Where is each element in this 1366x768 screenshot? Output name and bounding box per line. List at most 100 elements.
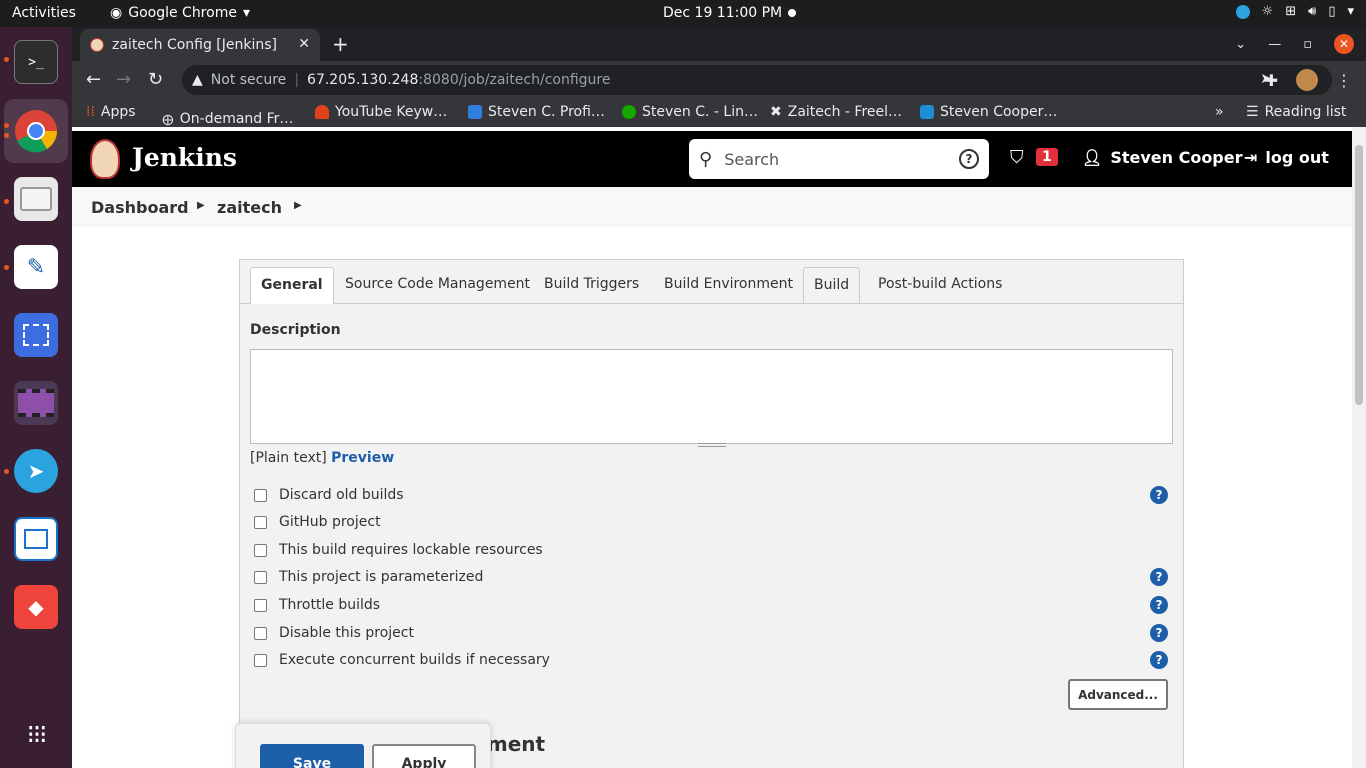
- alert-count-badge[interactable]: 1: [1036, 148, 1058, 166]
- bookmark-item[interactable]: YouTube Keyw…: [315, 104, 447, 120]
- more-bookmarks-button[interactable]: »: [1215, 104, 1224, 120]
- bookmark-item[interactable]: Steven C. - Lin…: [622, 104, 758, 120]
- profile-avatar[interactable]: [1296, 69, 1318, 91]
- toolbar-right: ✚ ⋮: [1265, 69, 1352, 91]
- chrome-window: zaitech Config [Jenkins] ✕ + ⌄ — ▫ ✕ ← →…: [72, 27, 1366, 768]
- warning-icon: ▲: [192, 72, 203, 88]
- option-disable-project[interactable]: Disable this project: [254, 623, 414, 643]
- breadcrumb-chevron-icon[interactable]: ▶: [197, 200, 205, 211]
- reading-list-button[interactable]: ☰ Reading list: [1246, 104, 1346, 120]
- preview-link[interactable]: Preview: [331, 450, 394, 466]
- save-button[interactable]: Save: [260, 744, 364, 768]
- forward-arrow-icon[interactable]: →: [116, 69, 131, 90]
- chevron-down-icon: ▾: [242, 5, 250, 21]
- bookmark-apps[interactable]: ⁞⁞ Apps: [86, 104, 136, 120]
- security-shield-icon[interactable]: ⛉: [1010, 147, 1024, 168]
- app-menu[interactable]: ◉ Google Chrome ▾: [110, 5, 250, 21]
- tab-post-build-actions[interactable]: Post-build Actions: [868, 267, 1012, 304]
- browser-tab-active[interactable]: zaitech Config [Jenkins] ✕: [80, 29, 320, 61]
- help-icon[interactable]: ?: [1150, 568, 1168, 586]
- config-tabs: General Source Code Management Build Tri…: [240, 260, 1183, 304]
- user-menu[interactable]: 👤︎ Steven Cooper: [1082, 148, 1243, 167]
- anydesk-icon[interactable]: ◆: [14, 585, 58, 629]
- checkbox[interactable]: [254, 570, 267, 584]
- screenshot-icon[interactable]: [14, 313, 58, 357]
- jenkins-logo-icon[interactable]: [90, 139, 120, 179]
- help-icon[interactable]: ?: [1150, 486, 1168, 504]
- option-discard-old-builds[interactable]: Discard old builds: [254, 485, 404, 505]
- description-textarea[interactable]: [250, 349, 1173, 444]
- address-bar[interactable]: ▲ Not secure | 67.205.130.248:8080/job/z…: [182, 65, 1332, 95]
- option-concurrent-builds[interactable]: Execute concurrent builds if necessary: [254, 650, 550, 670]
- tab-general[interactable]: General: [250, 267, 334, 304]
- maximize-button[interactable]: ▫: [1303, 37, 1312, 52]
- checkbox[interactable]: [254, 626, 267, 640]
- extensions-puzzle-icon[interactable]: ✚: [1265, 71, 1278, 90]
- activities-button[interactable]: Activities: [12, 5, 76, 21]
- logout-link[interactable]: ⇥ log out: [1244, 148, 1329, 167]
- chrome-mini-icon: ◉: [110, 5, 123, 21]
- tab-search-icon[interactable]: ⌄: [1235, 37, 1246, 52]
- plain-text-label: [Plain text]: [250, 450, 327, 466]
- running-indicator: [4, 469, 9, 474]
- config-panel: General Source Code Management Build Tri…: [239, 259, 1184, 768]
- checkbox[interactable]: [254, 598, 267, 612]
- clock[interactable]: Dec 19 11:00 PM: [663, 5, 782, 21]
- jenkins-favicon-icon: [90, 38, 104, 52]
- search-help-icon[interactable]: ?: [959, 149, 979, 169]
- option-throttle-builds[interactable]: Throttle builds: [254, 595, 380, 615]
- reload-icon[interactable]: ↻: [148, 69, 163, 90]
- kebab-menu-icon[interactable]: ⋮: [1336, 71, 1352, 90]
- back-arrow-icon[interactable]: ←: [86, 69, 101, 90]
- running-indicator: [4, 57, 9, 62]
- checkbox[interactable]: [254, 653, 267, 667]
- close-window-button[interactable]: ✕: [1334, 34, 1354, 54]
- checkbox[interactable]: [254, 488, 267, 502]
- bookmark-item[interactable]: Steven Cooper…: [920, 104, 1057, 120]
- tab-build[interactable]: Build: [803, 267, 861, 304]
- new-tab-button[interactable]: +: [332, 32, 349, 56]
- user-icon: 👤︎: [1082, 148, 1103, 167]
- help-icon[interactable]: ?: [1150, 651, 1168, 669]
- option-github-project[interactable]: GitHub project: [254, 512, 381, 532]
- tab-source-code-management[interactable]: Source Code Management: [335, 267, 540, 304]
- not-secure-label: Not secure: [210, 72, 287, 88]
- breadcrumb-zaitech[interactable]: zaitech: [217, 198, 282, 217]
- option-lockable-resources[interactable]: This build requires lockable resources: [254, 540, 543, 560]
- writer-icon[interactable]: [14, 517, 58, 561]
- scrollbar-thumb[interactable]: [1355, 145, 1363, 405]
- video-icon[interactable]: [14, 381, 58, 425]
- telegram-icon[interactable]: ➤: [14, 449, 58, 493]
- option-parameterized[interactable]: This project is parameterized: [254, 567, 483, 587]
- chrome-icon[interactable]: [14, 109, 58, 153]
- bookmark-label: Steven C. Profi…: [488, 104, 605, 120]
- files-icon[interactable]: [14, 177, 58, 221]
- close-tab-icon[interactable]: ✕: [298, 36, 310, 52]
- checkbox[interactable]: [254, 515, 267, 529]
- reading-list-icon: ☰: [1246, 104, 1259, 120]
- page-scrollbar[interactable]: [1352, 127, 1366, 768]
- resize-grip[interactable]: [698, 443, 726, 447]
- bookmark-item[interactable]: Steven C. Profi…: [468, 104, 605, 120]
- breadcrumb-dashboard[interactable]: Dashboard: [91, 198, 189, 217]
- bookmark-item[interactable]: ✖ Zaitech - Freel…: [770, 104, 902, 120]
- breadcrumb-chevron-icon[interactable]: ▶: [294, 200, 302, 211]
- system-tray[interactable]: ☼ ⊞ 🔊︎ ▯ ▾: [1235, 4, 1354, 19]
- apply-button[interactable]: Apply: [372, 744, 476, 768]
- telegram-tray-icon[interactable]: [1235, 4, 1250, 19]
- advanced-button[interactable]: Advanced...: [1068, 679, 1168, 710]
- terminal-icon[interactable]: >_: [14, 40, 58, 84]
- minimize-button[interactable]: —: [1268, 37, 1281, 52]
- checkbox[interactable]: [254, 543, 267, 557]
- show-apps-grid-icon[interactable]: ⁝⁝⁝: [14, 713, 58, 757]
- help-icon[interactable]: ?: [1150, 624, 1168, 642]
- search-input[interactable]: [724, 149, 935, 169]
- save-apply-bar: Save Apply: [235, 723, 491, 768]
- option-label: GitHub project: [279, 514, 381, 530]
- tab-build-environment[interactable]: Build Environment: [654, 267, 803, 304]
- jenkins-title[interactable]: Jenkins: [132, 143, 237, 172]
- help-icon[interactable]: ?: [1150, 596, 1168, 614]
- tab-build-triggers[interactable]: Build Triggers: [534, 267, 649, 304]
- search-box: ⚲ ?: [689, 139, 989, 179]
- text-editor-icon[interactable]: ✎: [14, 245, 58, 289]
